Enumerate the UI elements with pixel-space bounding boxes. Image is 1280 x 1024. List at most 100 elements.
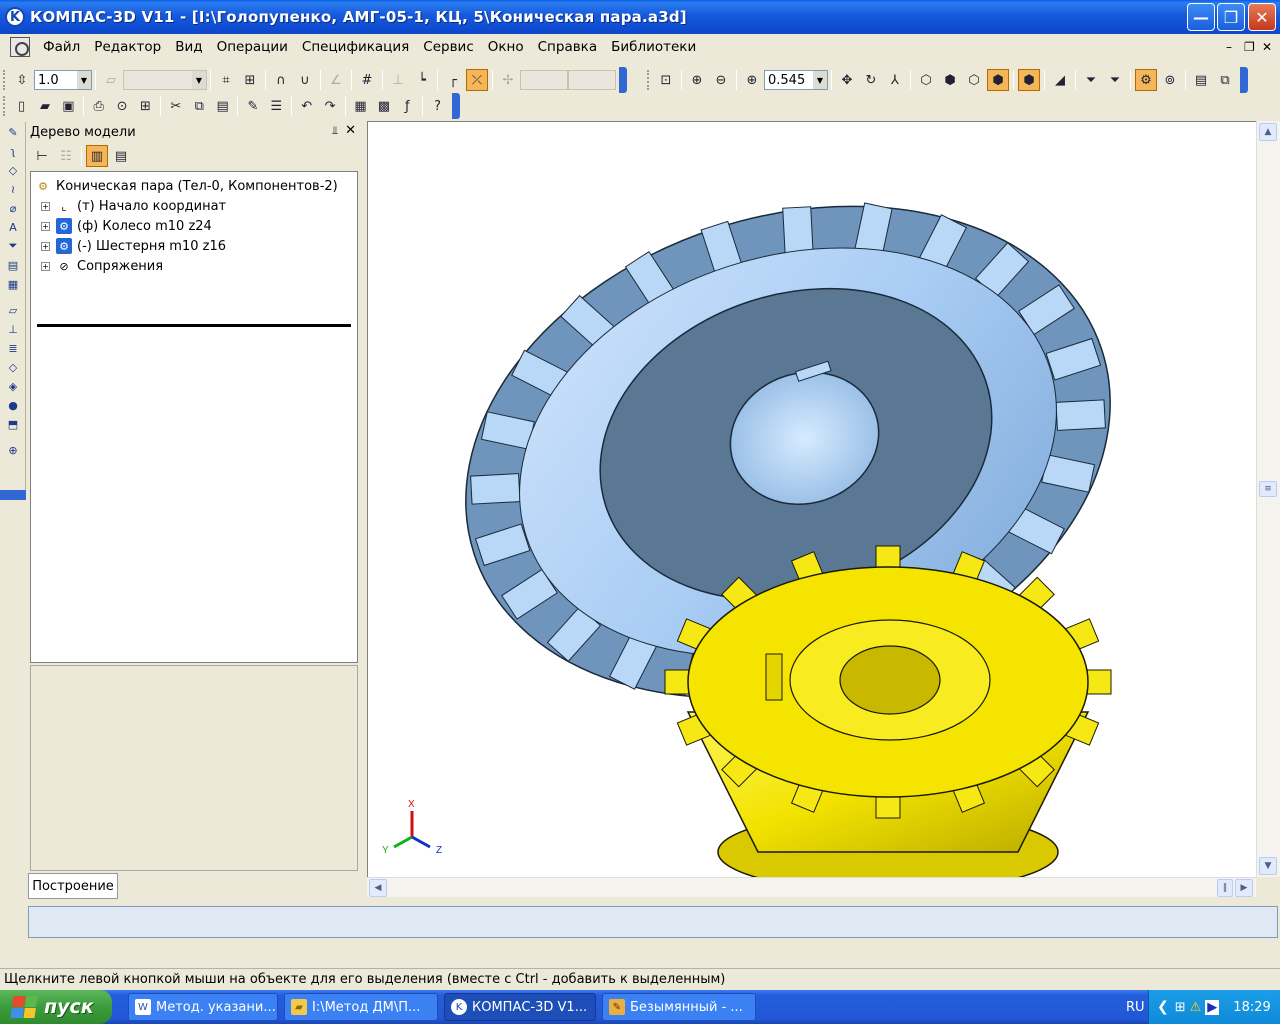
angle-plane-icon[interactable]: ◇ [2, 358, 24, 376]
zoom-fit-icon[interactable]: ⊕ [2, 441, 24, 459]
scroll-thumb[interactable]: ≡ [1259, 481, 1277, 497]
edit-part-icon[interactable]: ✎ [2, 123, 24, 141]
expand-icon[interactable]: + [41, 261, 50, 271]
menu-service[interactable]: Сервис [416, 39, 480, 55]
close-button[interactable]: ✕ [1248, 3, 1276, 31]
properties-list-icon[interactable]: ☰ [266, 95, 287, 117]
task-kompas[interactable]: K КОМПАС-3D V1... [444, 993, 596, 1021]
variables-icon[interactable]: ƒ [397, 95, 418, 117]
hidden-lines-icon[interactable]: ⬢ [939, 69, 961, 91]
menu-operations[interactable]: Операции [210, 39, 295, 55]
thin-hidden-icon[interactable]: ⬡ [963, 69, 985, 91]
scroll-down-button[interactable]: ▼ [1259, 857, 1277, 875]
doc-minimize-button[interactable]: – [1226, 40, 1232, 54]
menu-editor[interactable]: Редактор [87, 39, 168, 55]
tree-list-icon[interactable]: ▤ [110, 145, 132, 167]
plane-icon[interactable]: ▱ [2, 301, 24, 319]
collapse-tray-icon[interactable]: ❮ [1157, 999, 1169, 1015]
chevron-down-icon[interactable]: ▼ [77, 71, 91, 89]
tree-item-origin[interactable]: + ⌞ (т) Начало координат [31, 196, 357, 216]
layer-icon[interactable]: ▱ [100, 69, 122, 91]
menu-file[interactable]: Файл [36, 39, 87, 55]
maximize-button[interactable]: ❐ [1217, 3, 1245, 31]
toolbar-grip[interactable] [647, 70, 651, 90]
doc-close-button[interactable]: ✕ [1262, 40, 1272, 54]
properties-icon[interactable]: ▤ [1190, 69, 1212, 91]
play-icon[interactable]: ▶ [1205, 999, 1220, 1015]
pin-icon[interactable]: ⫫ [332, 124, 338, 138]
network-icon[interactable]: ⊞ [1175, 1000, 1186, 1015]
tree-item-wheel[interactable]: + ⚙ (ф) Колесо m10 z24 [31, 216, 357, 236]
measure-icon[interactable]: Α [2, 218, 24, 236]
axis-plane-icon[interactable]: ⊥ [2, 320, 24, 338]
zoom-in-icon[interactable]: ⊕ [686, 69, 708, 91]
orientation-icon[interactable]: ⅄ [884, 69, 906, 91]
chevron-down-icon[interactable]: ▼ [192, 71, 206, 89]
assembly-icon[interactable]: ⚙ [1135, 69, 1157, 91]
grid-icon[interactable]: # [356, 69, 378, 91]
magnet-icon[interactable]: ∩ [270, 69, 292, 91]
menu-libraries[interactable]: Библиотеки [604, 39, 703, 55]
minimize-button[interactable]: — [1187, 3, 1215, 31]
tree-root[interactable]: ⚙ Коническая пара (Тел-0, Компонентов-2) [31, 176, 357, 196]
local-cs-icon[interactable]: ⊞ [239, 69, 261, 91]
orthogonal-icon[interactable]: ∠ [325, 69, 347, 91]
wireframe-icon[interactable]: ⬡ [915, 69, 937, 91]
copy-icon[interactable]: ⧉ [189, 95, 210, 117]
sketch-icon[interactable]: ʅ [2, 142, 24, 160]
coord-x-field[interactable] [520, 70, 568, 90]
print-icon[interactable]: ⎙ [88, 95, 109, 117]
language-indicator[interactable]: RU [1126, 1000, 1145, 1015]
tree-item-mates[interactable]: + ⊘ Сопряжения [31, 256, 357, 276]
menu-help[interactable]: Справка [531, 39, 604, 55]
filter2-icon[interactable]: ⏷ [1104, 69, 1126, 91]
expand-icon[interactable]: + [41, 221, 50, 231]
document-icon[interactable] [10, 37, 30, 57]
save-icon[interactable]: ▣ [58, 95, 79, 117]
tab-construction[interactable]: Построение [28, 873, 118, 899]
vertical-scrollbar[interactable]: ▲ ≡ ▼ [1256, 121, 1280, 877]
surface-icon[interactable]: ◇ [2, 161, 24, 179]
paste-icon[interactable]: ▤ [212, 95, 233, 117]
spatial-curve-icon[interactable]: ≀ [2, 180, 24, 198]
toolbar-grip[interactable] [3, 70, 7, 90]
redo-icon[interactable]: ↷ [319, 95, 340, 117]
filter-icon[interactable]: ⏷ [2, 237, 24, 255]
zoom-out-icon[interactable]: ⊖ [710, 69, 732, 91]
shaded-edges-icon[interactable]: ⬢ [1018, 69, 1040, 91]
cut-body-icon[interactable]: ⬒ [2, 415, 24, 433]
zoom-combobox[interactable]: 0.545 ▼ [764, 70, 828, 90]
axis-icon[interactable]: ┕ [411, 69, 433, 91]
report-icon[interactable]: ▦ [2, 275, 24, 293]
zoom-scale-icon[interactable]: ⊕ [741, 69, 763, 91]
snap-icon[interactable]: ⌗ [215, 69, 237, 91]
corner-icon[interactable]: ┌ [442, 69, 464, 91]
start-button[interactable]: пуск [0, 990, 112, 1024]
spec-icon[interactable]: ▤ [2, 256, 24, 274]
offset-plane-icon[interactable]: ≣ [2, 339, 24, 357]
open-icon[interactable]: ▰ [34, 95, 55, 117]
doc-restore-button[interactable]: ❐ [1244, 40, 1255, 54]
format-painter-icon[interactable]: ✎ [242, 95, 263, 117]
pan-icon[interactable]: ✥ [836, 69, 858, 91]
scroll-left-button[interactable]: ◀ [369, 879, 387, 897]
cursor-coords-icon[interactable]: ✢ [497, 69, 519, 91]
menu-window[interactable]: Окно [481, 39, 531, 55]
perspective-icon[interactable]: ◢ [1049, 69, 1071, 91]
menu-view[interactable]: Вид [168, 39, 209, 55]
warning-icon[interactable]: ⚠ [1190, 1000, 1202, 1015]
zoom-window-icon[interactable]: ⊡ [655, 69, 677, 91]
point-icon[interactable]: ● [2, 396, 24, 414]
rotate-icon[interactable]: ↻ [860, 69, 882, 91]
cut-icon[interactable]: ✂ [165, 95, 186, 117]
close-icon[interactable]: ✕ [345, 123, 356, 138]
new-document-icon[interactable]: ▯ [11, 95, 32, 117]
layer-combobox[interactable]: ▼ [123, 70, 207, 90]
expand-icon[interactable]: + [41, 201, 50, 211]
manager-panel-icon[interactable]: ▦ [350, 95, 371, 117]
menu-specification[interactable]: Спецификация [295, 39, 416, 55]
undo-icon[interactable]: ↶ [296, 95, 317, 117]
scroll-thumb-h[interactable]: ‖ [1217, 879, 1233, 897]
layout-icon[interactable]: ⧉ [1214, 69, 1236, 91]
horizontal-scrollbar[interactable]: ◀ ‖ ▶ [367, 877, 1256, 897]
